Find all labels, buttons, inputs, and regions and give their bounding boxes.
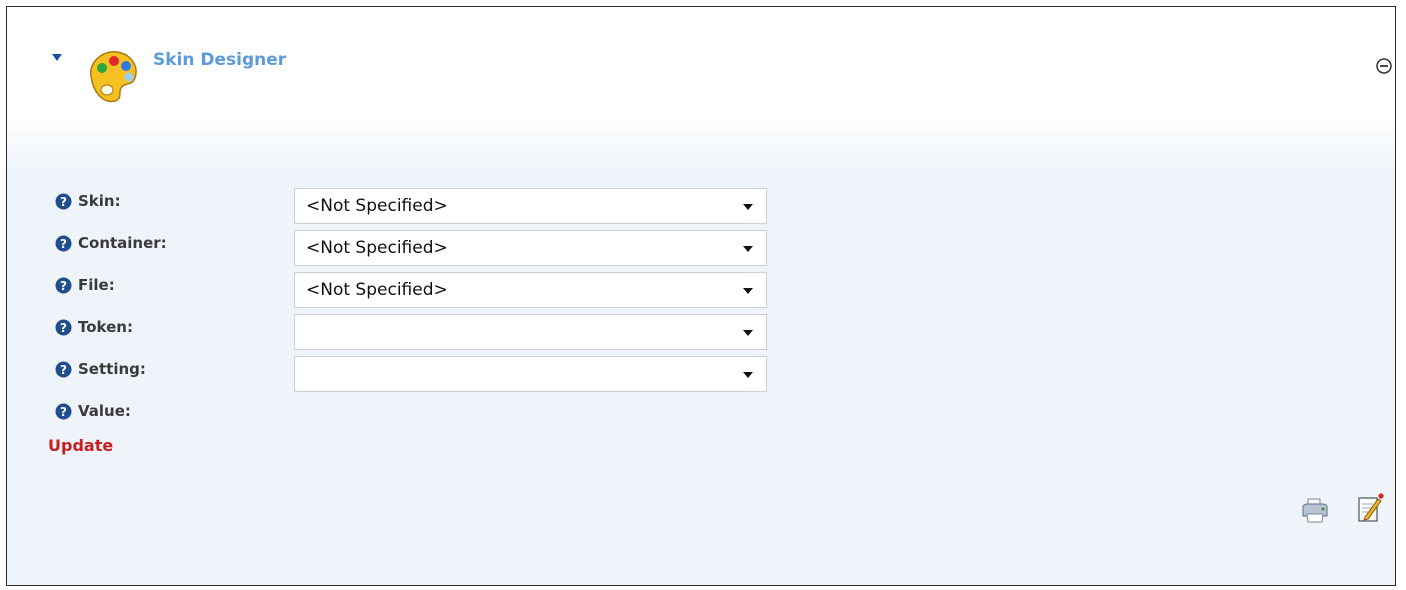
- help-icon[interactable]: ?: [55, 193, 72, 210]
- chevron-down-icon: [743, 372, 753, 378]
- update-link[interactable]: Update: [48, 436, 113, 455]
- file-label: ? File:: [55, 276, 115, 294]
- help-icon[interactable]: ?: [55, 403, 72, 420]
- skin-select-value: <Not Specified>: [306, 196, 448, 216]
- skin-designer-module: Skin Designer ? Skin: <Not Specified> ? …: [6, 6, 1396, 586]
- setting-label: ? Setting:: [55, 360, 146, 378]
- minimize-icon[interactable]: [1375, 57, 1393, 75]
- value-label-text: Value:: [78, 402, 131, 420]
- skin-label-text: Skin:: [78, 192, 121, 210]
- container-select[interactable]: <Not Specified>: [294, 230, 767, 266]
- svg-text:?: ?: [60, 237, 67, 251]
- help-icon[interactable]: ?: [55, 235, 72, 252]
- container-label-text: Container:: [78, 234, 167, 252]
- token-select[interactable]: [294, 314, 767, 350]
- svg-text:?: ?: [60, 321, 67, 335]
- svg-text:?: ?: [60, 363, 67, 377]
- help-icon[interactable]: ?: [55, 277, 72, 294]
- token-label-text: Token:: [78, 318, 133, 336]
- container-select-value: <Not Specified>: [306, 238, 448, 258]
- setting-select[interactable]: [294, 356, 767, 392]
- svg-text:?: ?: [60, 279, 67, 293]
- container-label: ? Container:: [55, 234, 167, 252]
- setting-label-text: Setting:: [78, 360, 146, 378]
- skin-label: ? Skin:: [55, 192, 121, 210]
- file-select-value: <Not Specified>: [306, 280, 448, 300]
- token-label: ? Token:: [55, 318, 133, 336]
- help-icon[interactable]: ?: [55, 361, 72, 378]
- value-label: ? Value:: [55, 402, 131, 420]
- svg-text:?: ?: [60, 405, 67, 419]
- help-icon[interactable]: ?: [55, 319, 72, 336]
- module-title: Skin Designer: [153, 50, 287, 70]
- chevron-down-icon: [743, 246, 753, 252]
- chevron-down-icon: [743, 330, 753, 336]
- chevron-down-icon: [743, 288, 753, 294]
- svg-text:?: ?: [60, 195, 67, 209]
- chevron-down-icon: [743, 204, 753, 210]
- skin-select[interactable]: <Not Specified>: [294, 188, 767, 224]
- collapse-arrow-icon[interactable]: [52, 54, 62, 61]
- print-icon[interactable]: [1300, 495, 1330, 525]
- edit-icon[interactable]: [1356, 492, 1384, 524]
- palette-icon: [90, 51, 137, 103]
- file-label-text: File:: [78, 276, 115, 294]
- file-select[interactable]: <Not Specified>: [294, 272, 767, 308]
